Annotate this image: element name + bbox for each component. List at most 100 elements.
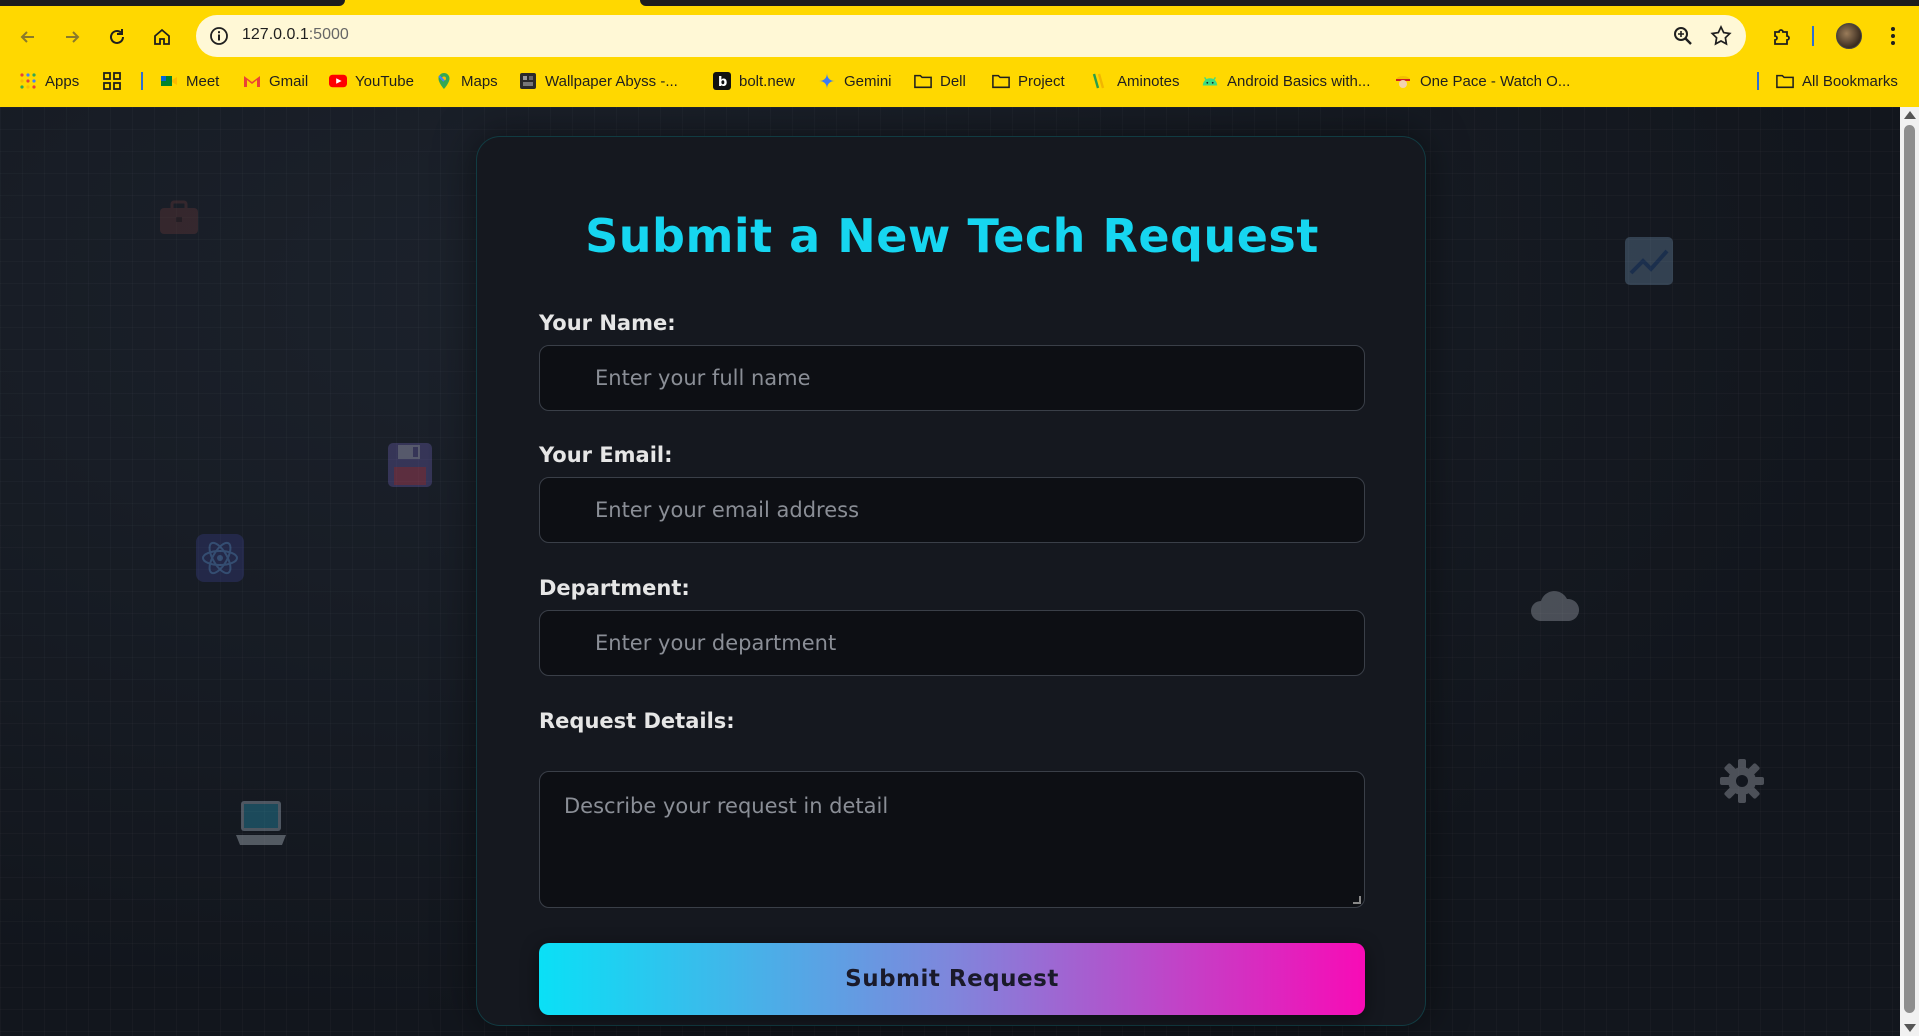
bookmark-android-basics[interactable]: Android Basics with... xyxy=(1201,70,1370,92)
meet-icon xyxy=(160,72,178,90)
bookmark-label: Apps xyxy=(45,72,80,90)
forward-arrow-icon xyxy=(66,31,80,43)
bookmark-maps[interactable]: Maps xyxy=(435,70,498,92)
gear-icon xyxy=(1720,759,1764,803)
department-input[interactable] xyxy=(540,611,1364,675)
site-info-icon[interactable] xyxy=(206,23,232,49)
scroll-up-arrow-icon[interactable] xyxy=(1904,111,1916,119)
bookmark-label: Wallpaper Abyss -... xyxy=(545,72,678,90)
bookmark-label: Dell xyxy=(940,72,966,90)
bookmark-label: One Pace - Watch O... xyxy=(1420,72,1571,90)
bookmark-label: All Bookmarks xyxy=(1802,72,1898,90)
bookmark-gemini[interactable]: Gemini xyxy=(818,70,892,92)
reload-icon xyxy=(110,29,124,44)
bolt-icon: b xyxy=(713,72,731,90)
bookmark-label: Android Basics with... xyxy=(1227,72,1371,90)
bookmark-label: Gmail xyxy=(269,72,309,90)
page-scrollbar[interactable] xyxy=(1900,107,1919,1036)
toolbar-divider xyxy=(1812,26,1814,46)
tab-strip-right xyxy=(640,0,1919,6)
bookmark-wallpaper-abyss[interactable]: Wallpaper Abyss -... xyxy=(519,70,678,92)
bookmarks-divider xyxy=(1757,72,1759,90)
svg-text:b: b xyxy=(718,75,727,90)
browser-chrome: 127.0.0.1:5000 Apps Meet Gmail YouTube M… xyxy=(0,0,1919,107)
home-button[interactable] xyxy=(147,22,177,52)
email-label: Your Email: xyxy=(539,443,673,467)
bookmark-meet[interactable]: Meet xyxy=(160,70,219,92)
one-pace-icon xyxy=(1394,72,1412,90)
bookmark-label: Maps xyxy=(461,72,498,90)
bookmark-label: YouTube xyxy=(355,72,414,90)
home-icon xyxy=(154,28,170,45)
puzzle-icon xyxy=(1774,29,1790,45)
bookmarks-divider xyxy=(141,72,143,90)
cloud-icon xyxy=(1531,591,1580,621)
forward-button[interactable] xyxy=(57,22,87,52)
back-arrow-icon xyxy=(20,31,34,43)
bookmark-label: Project xyxy=(1018,72,1065,90)
bookmark-bolt[interactable]: b bolt.new xyxy=(713,70,795,92)
aminotes-icon xyxy=(1091,72,1109,90)
details-textarea[interactable] xyxy=(540,772,1364,907)
bookmark-one-pace[interactable]: One Pace - Watch O... xyxy=(1394,70,1570,92)
browser-toolbar: 127.0.0.1:5000 xyxy=(0,12,1919,60)
bookmark-folder-project[interactable]: Project xyxy=(992,70,1065,92)
department-field-wrapper xyxy=(539,610,1365,676)
tab-strip-left xyxy=(0,0,345,6)
name-label: Your Name: xyxy=(539,311,676,335)
extensions-button[interactable] xyxy=(1768,22,1796,50)
bookmark-label: bolt.new xyxy=(739,72,795,90)
gmail-icon xyxy=(243,72,261,90)
url-text[interactable]: 127.0.0.1:5000 xyxy=(242,26,349,44)
zoom-icon[interactable] xyxy=(1672,25,1694,47)
details-field-wrapper xyxy=(539,771,1365,908)
android-icon xyxy=(1201,72,1219,90)
gemini-icon xyxy=(818,72,836,90)
bookmark-label: Meet xyxy=(186,72,220,90)
url-port: :5000 xyxy=(308,26,349,43)
bookmark-tab-groups[interactable] xyxy=(103,70,129,92)
scrollbar-thumb[interactable] xyxy=(1904,125,1915,1013)
menu-button[interactable] xyxy=(1879,22,1907,50)
bookmark-all-bookmarks[interactable]: All Bookmarks xyxy=(1776,70,1898,92)
bookmark-label: Gemini xyxy=(844,72,892,90)
scroll-down-arrow-icon[interactable] xyxy=(1904,1024,1916,1032)
submit-request-button[interactable]: Submit Request xyxy=(539,943,1365,1015)
chart-trend-icon xyxy=(1625,237,1673,285)
page-background: Submit a New Tech Request Your Name: You… xyxy=(0,107,1900,1036)
details-label: Request Details: xyxy=(539,709,735,733)
bookmark-star-icon[interactable] xyxy=(1710,25,1732,47)
atom-icon xyxy=(196,534,244,582)
youtube-icon xyxy=(329,72,347,90)
url-host: 127.0.0.1 xyxy=(242,26,309,43)
back-button[interactable] xyxy=(13,22,43,52)
bookmark-apps[interactable]: Apps xyxy=(19,70,79,92)
page-title: Submit a New Tech Request xyxy=(585,209,1319,263)
address-bar[interactable]: 127.0.0.1:5000 xyxy=(196,15,1746,57)
bookmark-label: Aminotes xyxy=(1117,72,1180,90)
request-form-card: Submit a New Tech Request Your Name: You… xyxy=(476,136,1426,1026)
bookmark-aminotes[interactable]: Aminotes xyxy=(1091,70,1180,92)
folder-icon xyxy=(914,72,932,90)
apps-grid-icon xyxy=(19,72,37,90)
email-field-wrapper xyxy=(539,477,1365,543)
name-field-wrapper xyxy=(539,345,1365,411)
reload-button[interactable] xyxy=(102,22,132,52)
tab-groups-icon xyxy=(103,72,121,90)
bookmark-gmail[interactable]: Gmail xyxy=(243,70,308,92)
floppy-disk-icon xyxy=(388,443,432,487)
name-input[interactable] xyxy=(540,346,1364,410)
maps-icon xyxy=(435,72,453,90)
department-label: Department: xyxy=(539,576,690,600)
profile-avatar[interactable] xyxy=(1836,23,1862,49)
email-input[interactable] xyxy=(540,478,1364,542)
bookmarks-bar: Apps Meet Gmail YouTube Maps Wallpaper A… xyxy=(0,60,1919,103)
briefcase-icon xyxy=(160,200,198,234)
bookmark-folder-dell[interactable]: Dell xyxy=(914,70,966,92)
wallpaper-abyss-icon xyxy=(519,72,537,90)
resize-handle[interactable] xyxy=(1353,896,1361,904)
bookmark-youtube[interactable]: YouTube xyxy=(329,70,414,92)
folder-icon xyxy=(992,72,1010,90)
laptop-icon xyxy=(236,801,286,845)
folder-icon xyxy=(1776,72,1794,90)
